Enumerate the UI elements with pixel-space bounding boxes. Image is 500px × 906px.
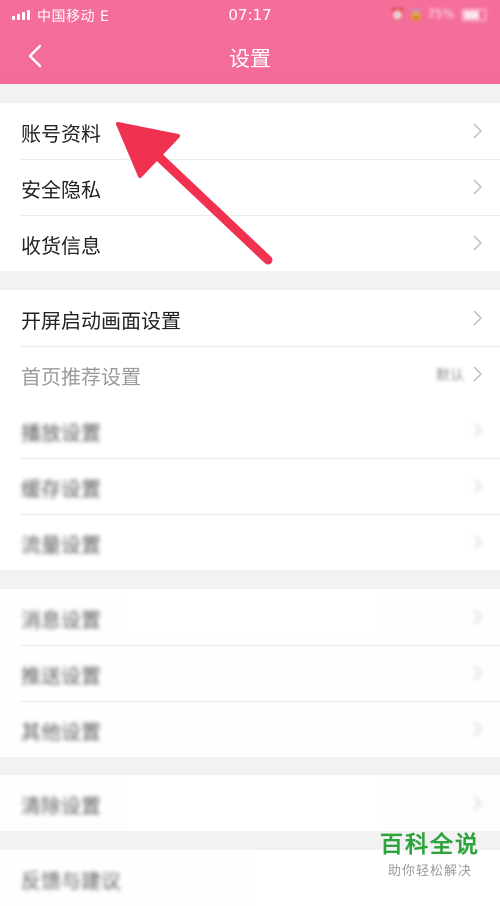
settings-item-label: 播放设置 [21,421,101,445]
settings-item-label: 其他设置 [21,720,101,744]
chevron-right-icon [473,366,482,382]
chevron-right-icon [473,665,482,681]
settings-item-label: 反馈与建议 [21,869,121,893]
settings-item-push[interactable]: 推送设置 [0,645,500,701]
alarm-icon: ⏰ [389,7,405,21]
chevron-right-icon [473,609,482,625]
chevron-right-icon [473,179,482,195]
settings-item-label: 推送设置 [21,664,101,688]
settings-item-clear[interactable]: 清除设置 [0,775,500,831]
status-bar: 中国移动 E 07:17 ⏰ 🔒 75% [0,0,500,28]
settings-item-label: 缓存设置 [21,477,101,501]
settings-group-account: 账号资料 安全隐私 收货信息 [0,103,500,271]
status-right: ⏰ 🔒 75% [390,7,486,21]
settings-group-display: 开屏启动画面设置 首页推荐设置 默认 播放设置 缓存设置 流量设置 [0,290,500,570]
watermark-logo: 百科全说 助你轻松解决 [374,830,486,879]
settings-item-splash-screen[interactable]: 开屏启动画面设置 [0,290,500,346]
settings-item-value: 默认 [436,368,464,384]
watermark-subtitle: 助你轻松解决 [387,864,472,879]
settings-item-security-privacy[interactable]: 安全隐私 [0,159,500,215]
page-title: 设置 [229,47,271,71]
settings-item-shipping-info[interactable]: 收货信息 [0,215,500,271]
settings-item-label: 首页推荐设置 [21,365,141,389]
settings-group-messages: 消息设置 推送设置 其他设置 [0,589,500,757]
settings-item-label: 清除设置 [21,794,101,818]
settings-item-account-profile[interactable]: 账号资料 [0,103,500,159]
settings-item-home-recommend[interactable]: 首页推荐设置 默认 [0,346,500,402]
settings-item-label: 流量设置 [21,533,101,557]
chevron-right-icon [473,422,482,438]
chevron-right-icon [473,534,482,550]
chevron-right-icon [473,795,482,811]
settings-item-messages[interactable]: 消息设置 [0,589,500,645]
settings-item-label: 开屏启动画面设置 [21,309,181,333]
settings-item-playback[interactable]: 播放设置 [0,402,500,458]
settings-item-other[interactable]: 其他设置 [0,701,500,757]
settings-item-label: 收货信息 [21,234,101,258]
lock-icon: 🔒 [408,7,424,21]
settings-item-label: 安全隐私 [21,178,101,202]
watermark-title: 百科全说 [380,832,480,858]
settings-item-label: 消息设置 [21,608,101,632]
settings-group-clear: 清除设置 [0,775,500,831]
battery-percent: 75% [427,7,455,21]
app-header: 中国移动 E 07:17 ⏰ 🔒 75% 设置 [0,0,500,84]
settings-item-cache[interactable]: 缓存设置 [0,458,500,514]
settings-item-data-usage[interactable]: 流量设置 [0,514,500,570]
battery-icon [462,8,486,21]
chevron-right-icon [473,235,482,251]
chevron-right-icon [473,478,482,494]
chevron-right-icon [473,123,482,139]
settings-item-label: 账号资料 [21,122,101,146]
chevron-right-icon [473,310,482,326]
chevron-right-icon [473,721,482,737]
